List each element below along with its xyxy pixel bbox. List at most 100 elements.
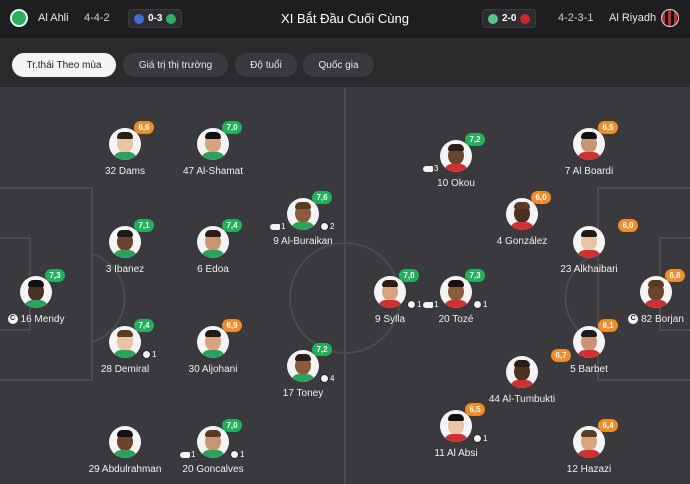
- player-name: 12 Hazazi: [534, 464, 644, 476]
- player-name-text: 20 Tozé: [438, 314, 474, 325]
- player-rating-badge: 7,6: [312, 191, 332, 204]
- player-rating-badge: 6,5: [598, 121, 618, 134]
- player-name: 20 Tozé: [401, 314, 511, 326]
- player-name: 7 Al Boardi: [534, 166, 644, 178]
- player-name-text: 9 Al-Buraikan: [273, 236, 333, 247]
- opponent-crest-icon: [488, 13, 498, 24]
- player-rating-badge: 6,7: [551, 349, 571, 362]
- player-rating-badge: 7,3: [45, 269, 65, 282]
- player-rating-badge: 7,2: [465, 133, 485, 146]
- captain-badge: C: [628, 314, 639, 325]
- player-name-text: 7 Al Boardi: [564, 166, 614, 177]
- player-name: 17 Toney: [248, 388, 358, 400]
- player-home[interactable]: 7,3 C 16 Mendy: [0, 269, 91, 326]
- away-recent-result[interactable]: 2-0: [482, 9, 537, 28]
- player-name: 47 Al-Shamat: [158, 166, 268, 178]
- player-name: 20 Goncalves: [158, 464, 268, 476]
- player-name: 44 Al-Tumbukti: [487, 394, 557, 406]
- captain-badge: C: [7, 314, 18, 325]
- football-icon: [230, 450, 239, 459]
- player-name-text: 6 Edoa: [197, 264, 229, 275]
- player-name: C 16 Mendy: [0, 314, 91, 326]
- player-name: 6 Edoa: [158, 264, 268, 276]
- boot-icon: [270, 223, 280, 230]
- goal-count: 2: [330, 222, 335, 231]
- player-home[interactable]: 7,0 1 1 20 Goncalves: [158, 419, 268, 476]
- goal-indicator: 2: [320, 222, 334, 231]
- player-home[interactable]: 7,4 6 Edoa: [158, 219, 268, 276]
- football-icon: [320, 374, 329, 383]
- al-riyadh-small-crest-icon: [520, 13, 531, 24]
- lineup-pitch: 6,6 32 Dams 7,0 47 Al-Shamat 7,6 1 2 9 Al-Burai…: [0, 88, 690, 484]
- player-name-text: 4 González: [496, 236, 548, 247]
- goal-count: 1: [240, 450, 245, 459]
- tab-market-value[interactable]: Giá trị thị trường: [123, 53, 228, 77]
- player-rating-badge: 7,1: [134, 219, 154, 232]
- boot-icon: [180, 451, 190, 458]
- player-name-text: 44 Al-Tumbukti: [488, 394, 556, 405]
- player-away[interactable]: 6,5 7 Al Boardi: [534, 121, 644, 178]
- player-away[interactable]: 7,3 1 1 20 Tozé: [401, 269, 511, 326]
- player-name-text: 17 Toney: [282, 388, 324, 399]
- goal-indicator: 1: [230, 450, 244, 459]
- goal-indicator: 1: [473, 434, 487, 443]
- player-name-text: 12 Hazazi: [566, 464, 612, 475]
- tab-season-stats[interactable]: Tr.thái Theo mùa: [12, 53, 116, 77]
- player-rating-badge: 6,0: [531, 191, 551, 204]
- assist-indicator: 1: [423, 300, 438, 309]
- goal-count: 4: [330, 374, 335, 383]
- player-rating-badge: 7,0: [222, 121, 242, 134]
- player-away[interactable]: 7,2 3 10 Okou: [401, 133, 511, 190]
- player-rating-badge: 6,1: [598, 319, 618, 332]
- assist-count: 1: [191, 450, 196, 459]
- player-name-text: 23 Alkhaibari: [560, 264, 618, 275]
- tab-nationality[interactable]: Quốc gia: [303, 53, 374, 77]
- goal-count: 1: [483, 434, 488, 443]
- player-rating-badge: 6,5: [465, 403, 485, 416]
- match-header: Al Ahli 4-4-2 0-3 XI Bắt Đầu Cuối Cùng 2…: [0, 0, 690, 38]
- player-rating-badge: 6,4: [598, 419, 618, 432]
- football-icon: [142, 350, 151, 359]
- player-rating-badge: 6,6: [134, 121, 154, 134]
- goal-indicator: 4: [320, 374, 334, 383]
- player-away[interactable]: 6,5 1 11 Al Absi: [401, 403, 511, 460]
- player-rating-badge: 7,4: [222, 219, 242, 232]
- assist-count: 3: [434, 164, 439, 173]
- player-away[interactable]: 6,8 C 82 Borjan: [601, 269, 690, 326]
- goal-count: 1: [152, 350, 157, 359]
- player-away[interactable]: 6,4 12 Hazazi: [534, 419, 644, 476]
- tab-age[interactable]: Độ tuổi: [235, 53, 297, 77]
- player-rating-badge: 7,4: [134, 319, 154, 332]
- player-name-text: 5 Barbet: [570, 364, 608, 375]
- player-rating-badge: 6,0: [618, 219, 638, 232]
- player-home[interactable]: 7,2 4 17 Toney: [248, 343, 358, 400]
- player-rating-badge: 7,0: [222, 419, 242, 432]
- player-name: 23 Alkhaibari: [554, 264, 624, 276]
- player-name-text: 82 Borjan: [641, 314, 684, 325]
- player-name-text: 30 Aljohani: [188, 364, 238, 375]
- player-photo-icon: [506, 356, 538, 388]
- assist-count: 1: [434, 300, 439, 309]
- boot-icon: [423, 165, 433, 172]
- assist-count: 1: [281, 222, 286, 231]
- player-name-text: 47 Al-Shamat: [182, 166, 244, 177]
- player-name-text: 3 Ibanez: [105, 264, 145, 275]
- player-name: 11 Al Absi: [401, 448, 511, 460]
- player-away[interactable]: 6,0 23 Alkhaibari: [554, 219, 638, 276]
- player-photo-icon: [109, 426, 141, 458]
- player-home[interactable]: 7,0 47 Al-Shamat: [158, 121, 268, 178]
- player-name-text: 10 Okou: [437, 178, 475, 189]
- player-rating-badge: 7,2: [312, 343, 332, 356]
- stat-tabs: Tr.thái Theo mùa Giá trị thị trường Độ t…: [0, 38, 690, 88]
- away-formation: 4-2-3-1: [558, 12, 594, 24]
- football-icon: [473, 434, 482, 443]
- away-team-name[interactable]: Al Riyadh: [609, 12, 656, 24]
- player-name-text: 28 Demiral: [100, 364, 150, 375]
- assist-indicator: 1: [180, 450, 195, 459]
- player-away[interactable]: 6,7 44 Al-Tumbukti: [487, 349, 571, 406]
- away-recent-score: 2-0: [502, 13, 517, 24]
- player-name-text: 29 Abdulrahman: [88, 464, 162, 475]
- player-name-text: 16 Mendy: [20, 314, 65, 325]
- boot-icon: [423, 301, 433, 308]
- player-name: 10 Okou: [401, 178, 511, 190]
